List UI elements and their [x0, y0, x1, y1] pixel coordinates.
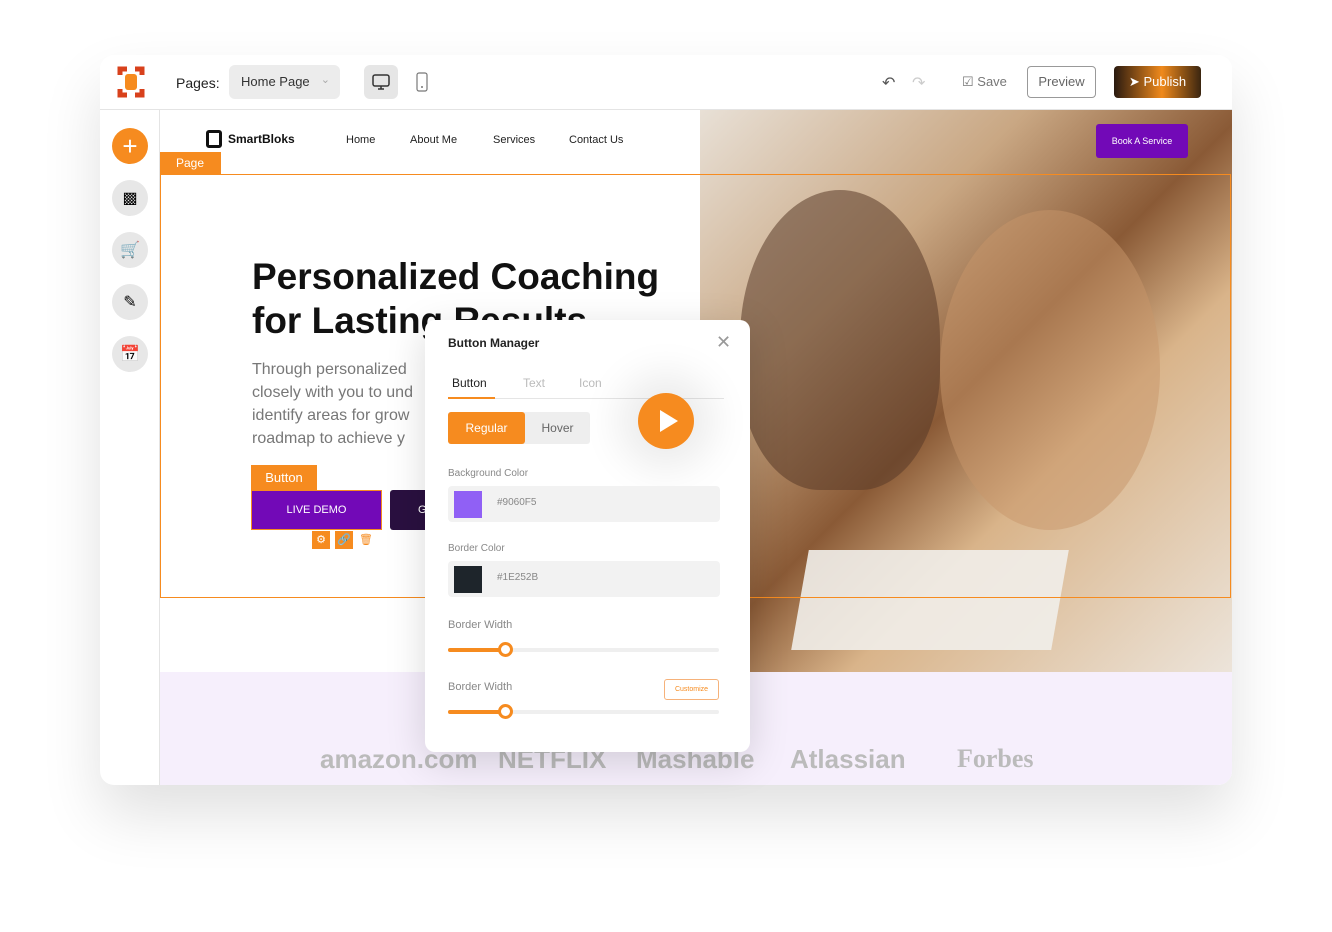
logo-atlassian: Atlassian	[790, 744, 906, 774]
chevron-down-icon: ⌄	[320, 74, 330, 86]
site-logo[interactable]: SmartBloks	[206, 130, 295, 148]
tab-icon[interactable]: Icon	[579, 376, 602, 390]
hover-state-button[interactable]: Hover	[525, 412, 590, 444]
book-service-button[interactable]: Book A Service	[1096, 124, 1188, 158]
nav-services[interactable]: Services	[493, 134, 535, 146]
cart-icon[interactable]: 🛒	[112, 232, 148, 268]
trash-icon[interactable]: 🗑	[357, 531, 375, 549]
close-icon[interactable]: ✕	[716, 332, 731, 353]
slider-handle[interactable]	[497, 642, 513, 657]
nav-contact[interactable]: Contact Us	[569, 134, 623, 146]
nav-home[interactable]: Home	[346, 134, 375, 146]
tab-text[interactable]: Text	[523, 376, 545, 390]
state-toggle: Regular Hover	[448, 412, 590, 444]
live-demo-button[interactable]: LIVE DEMO	[251, 490, 382, 530]
save-label: Save	[977, 74, 1007, 89]
add-icon[interactable]: +	[112, 128, 148, 164]
paragraph-line: identify areas for grow	[252, 407, 410, 424]
mobile-icon	[416, 72, 428, 92]
button-manager-panel: Button Manager ✕ Button Text Icon Regula…	[425, 320, 750, 752]
color-value: #1E252B	[497, 572, 539, 583]
layout-icon[interactable]: ▩	[112, 180, 148, 216]
publish-button[interactable]: ➤ Publish	[1114, 66, 1201, 98]
top-bar: Pages: Home Page ⌄ ↶ ↷ ☑ Save Preview ➤ P…	[100, 55, 1232, 110]
brand-icon	[206, 130, 222, 148]
paragraph-line: closely with you to und	[252, 384, 413, 401]
link-icon[interactable]: 🔗	[335, 531, 353, 549]
hero-paragraph[interactable]: Through personalized closely with you to…	[252, 358, 428, 450]
page-select[interactable]: Home Page ⌄	[229, 65, 340, 99]
paragraph-line: roadmap to achieve y	[252, 430, 405, 447]
background-color-field[interactable]: #9060F5	[448, 486, 720, 522]
calendar-add-icon[interactable]: 📅	[112, 336, 148, 372]
border-color-field[interactable]: #1E252B	[448, 561, 720, 597]
preview-button[interactable]: Preview	[1027, 66, 1096, 98]
pages-label: Pages:	[176, 75, 220, 91]
logo-forbes: Forbes	[957, 744, 1034, 773]
send-icon: ➤	[1128, 74, 1140, 89]
border-color-label: Border Color	[448, 543, 505, 554]
publish-label: Publish	[1143, 74, 1187, 89]
page-tag[interactable]: Page	[160, 152, 221, 174]
color-swatch[interactable]	[454, 491, 482, 518]
save-button[interactable]: ☑ Save	[962, 74, 1007, 90]
button-tag[interactable]: Button	[251, 465, 317, 490]
check-circle-icon: ☑	[962, 74, 974, 89]
pencil-icon[interactable]: ✎	[112, 284, 148, 320]
border-width-slider[interactable]	[448, 642, 719, 657]
page-select-value: Home Page	[241, 74, 310, 89]
color-value: #9060F5	[497, 497, 537, 508]
slider-handle[interactable]	[497, 704, 513, 719]
brand-name: SmartBloks	[228, 132, 295, 146]
desktop-icon	[372, 74, 390, 90]
background-color-label: Background Color	[448, 468, 529, 479]
mobile-view-button[interactable]	[405, 65, 439, 99]
regular-state-button[interactable]: Regular	[448, 412, 525, 444]
tab-button[interactable]: Button	[452, 376, 487, 390]
desktop-view-button[interactable]	[364, 65, 398, 99]
color-swatch[interactable]	[454, 566, 482, 593]
border-width-label-2: Border Width	[448, 681, 513, 693]
undo-icon[interactable]: ↶	[882, 73, 895, 93]
settings-icon[interactable]: ⚙	[312, 531, 330, 549]
border-width-label: Border Width	[448, 619, 513, 631]
customize-button[interactable]: Customize	[664, 679, 719, 700]
nav-about[interactable]: About Me	[410, 134, 457, 146]
border-width-slider-2[interactable]	[448, 704, 719, 719]
app-logo	[117, 66, 145, 98]
redo-icon[interactable]: ↷	[912, 73, 925, 93]
play-video-icon[interactable]	[638, 393, 694, 449]
panel-title: Button Manager	[448, 336, 540, 350]
active-tab-indicator	[448, 397, 495, 399]
paragraph-line: Through personalized	[252, 361, 407, 378]
sidebar: + ▩ 🛒 ✎ 📅	[100, 110, 160, 785]
